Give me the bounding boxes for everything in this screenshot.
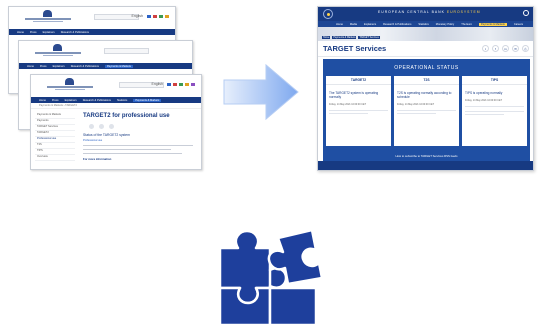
status-link[interactable]: Professional use (83, 139, 193, 142)
title-bar: TARGET Services t f in ✉ ⎙ (318, 41, 533, 57)
text-line (397, 113, 436, 114)
text-line (83, 149, 171, 150)
status-heading: Status of the TARGET2 system (83, 133, 130, 137)
new-nav-item[interactable]: Careers (514, 23, 523, 26)
bank-subtitle: EUROSYSTEM (446, 10, 481, 14)
ecb-logo (17, 10, 77, 24)
old-nav-item[interactable]: Explainers (43, 31, 55, 34)
new-nav-item[interactable]: Home (336, 23, 343, 26)
old-sidebar: Payments & Markets Payments TARGET Servi… (35, 113, 75, 161)
old-header (19, 41, 192, 63)
ecb-emblem-icon (323, 9, 333, 19)
status-card-target2: TARGET2 The TARGET2 system is operating … (326, 76, 391, 146)
status-date: Friday, 14 May 2021 10:00:00 CET (465, 99, 503, 102)
print-icon[interactable]: ⎙ (522, 45, 529, 52)
page-title: TARGET Services (323, 44, 387, 53)
email-icon[interactable]: ✉ (512, 45, 519, 52)
breadcrumb-item[interactable]: Home (322, 36, 331, 39)
text-line (83, 153, 182, 154)
text-line (83, 145, 193, 146)
language-label: English (151, 82, 163, 86)
new-nav-item[interactable]: Research & Publications (383, 23, 411, 26)
text-line (465, 106, 524, 107)
status-message: TIPS is operating normally (465, 91, 503, 95)
text-line (397, 110, 456, 111)
footer-bar (318, 161, 533, 170)
hero-banner: Home Payments & Markets TARGET Services (318, 27, 533, 41)
old-nav-item[interactable]: Research & Publications (71, 65, 99, 68)
puzzle-icon (218, 228, 324, 327)
old-main-content: TARGET2 for professional use Status of t… (83, 113, 193, 161)
breadcrumb-item[interactable]: TARGET Services (358, 36, 380, 39)
text-line (465, 114, 504, 115)
text-line (465, 111, 524, 112)
ecb-logo (39, 78, 99, 92)
text-line (329, 113, 368, 114)
right-arrow-icon (223, 63, 299, 121)
old-nav-item[interactable]: Press (52, 99, 59, 102)
old-nav-item[interactable]: Explainers (65, 99, 77, 102)
bank-name-text: EUROPEAN CENTRAL BANK (378, 10, 445, 14)
share-icons (89, 124, 193, 129)
old-search-input[interactable] (104, 48, 149, 54)
new-nav-item[interactable]: The Euro (461, 23, 472, 26)
more-link[interactable]: For more information (83, 157, 193, 161)
text-line (329, 110, 388, 111)
share-icons: t f in ✉ ⎙ (482, 45, 529, 52)
old-nav-item[interactable]: Home (17, 31, 24, 34)
status-card-title: TARGET2 (326, 76, 391, 85)
new-header: EUROPEAN CENTRAL BANK EUROSYSTEM (318, 7, 533, 21)
old-nav-item[interactable]: Statistics (117, 99, 127, 102)
operational-status-title: OPERATIONAL STATUS (394, 65, 459, 71)
rss-subscribe-link[interactable]: How to subscribe to TARGET Services RSS … (323, 154, 530, 158)
linkedin-icon[interactable]: in (502, 45, 509, 52)
old-nav-bar: Home Press Explainers Research & Publica… (9, 29, 175, 35)
facebook-icon[interactable]: f (492, 45, 499, 52)
language-label: English (131, 14, 143, 18)
new-nav-item[interactable]: Media (350, 23, 357, 26)
old-nav-item-active[interactable]: Payments & Markets (133, 98, 162, 102)
old-nav-item[interactable]: Research & Publications (83, 99, 111, 102)
breadcrumb: Home Payments & Markets TARGET Services (322, 36, 380, 39)
new-nav-item-active[interactable]: Payments & Markets (478, 22, 507, 26)
new-page: EUROPEAN CENTRAL BANK EUROSYSTEM Home Me… (317, 6, 534, 171)
status-date: Friday, 14 May 2021 10:00:00 CET (397, 103, 435, 106)
share-icon[interactable] (89, 124, 94, 129)
status-message: T2S is operating normally according to s… (397, 91, 452, 99)
new-nav-item[interactable]: Statistics (418, 23, 428, 26)
breadcrumb-item[interactable]: Payments & Markets (332, 36, 357, 39)
status-card-title: T2S (394, 76, 459, 85)
search-icon[interactable] (523, 10, 529, 16)
share-icon[interactable] (99, 124, 104, 129)
old-nav-item[interactable]: Research & Publications (61, 31, 89, 34)
old-nav-item[interactable]: Explainers (53, 65, 65, 68)
ecb-logo (27, 44, 87, 58)
new-nav-item[interactable]: Monetary Policy (436, 23, 454, 26)
old-header: English (9, 7, 175, 29)
twitter-icon[interactable]: t (482, 45, 489, 52)
status-card-t2s: T2S T2S is operating normally according … (394, 76, 459, 146)
page-title: TARGET2 for professional use (83, 113, 170, 119)
old-nav-item[interactable]: Home (39, 99, 46, 102)
bank-name: EUROPEAN CENTRAL BANK EUROSYSTEM (378, 10, 481, 14)
old-nav-bar: Home Press Explainers Research & Publica… (19, 63, 192, 69)
old-nav-item[interactable]: Press (40, 65, 47, 68)
sidebar-item[interactable]: Overview (35, 155, 75, 161)
status-message: The TARGET2 system is operating normally (329, 91, 379, 99)
operational-status-panel: OPERATIONAL STATUS TARGET2 The TARGET2 s… (323, 59, 530, 161)
status-card-title: TIPS (462, 76, 527, 85)
language-selector[interactable]: English (132, 14, 169, 18)
old-nav-item[interactable]: Press (30, 31, 37, 34)
status-card-tips: TIPS TIPS is operating normally Friday, … (462, 76, 527, 146)
share-icon[interactable] (109, 124, 114, 129)
status-date: Friday, 14 May 2021 10:00:00 CET (329, 103, 367, 106)
new-nav-item[interactable]: Explainers (364, 23, 376, 26)
old-header: English (31, 75, 201, 97)
old-page-front: English Home Press Explainers Research &… (30, 74, 202, 170)
language-selector[interactable]: English (152, 82, 195, 86)
old-nav-item[interactable]: Home (27, 65, 34, 68)
old-nav-item-active[interactable]: Payments & Markets (104, 64, 133, 68)
